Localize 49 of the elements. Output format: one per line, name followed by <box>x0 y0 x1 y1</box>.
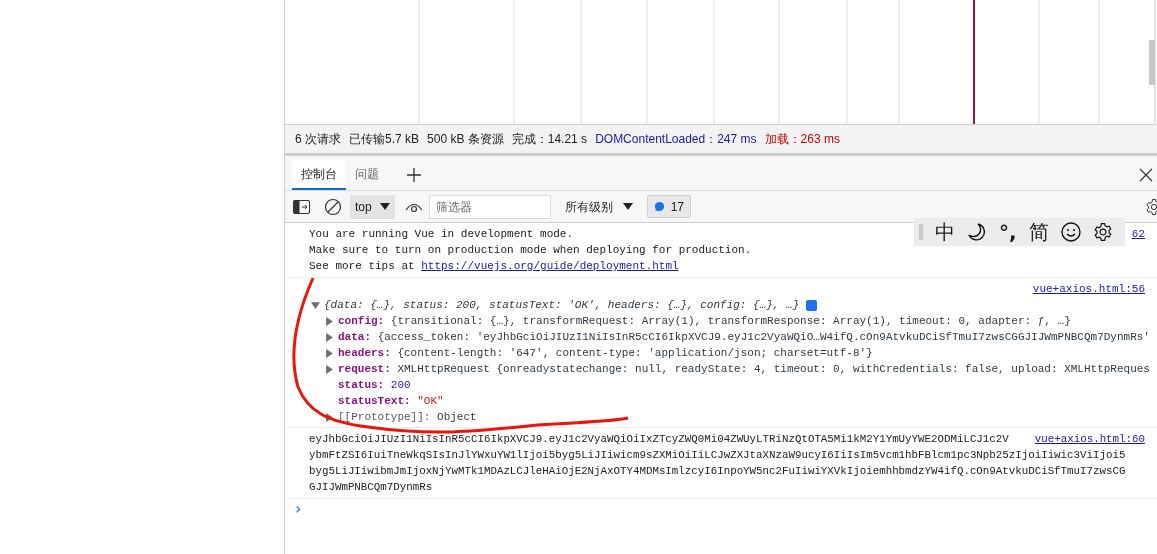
moon-icon[interactable] <box>967 222 987 242</box>
info-icon <box>806 299 818 311</box>
messages-badge[interactable]: 17 <box>646 195 692 218</box>
simplified-text[interactable]: 简 <box>1028 217 1049 247</box>
levels-dropdown[interactable]: 所有级别 <box>556 194 641 219</box>
source-link[interactable]: 62 <box>1131 226 1145 242</box>
log-text: byg5LiJIiwibmJmIjoxNjYwMTk1MDAzLCJleHAiOjE2NjAxOTY4MDMsImlzcyI6InpoYW5nc2FuIiwiYXVkIjoiemhhbmdzYW4ifQ.cOn9AtvkuDCiSfTmuI7zwsCG <box>309 465 1126 477</box>
log-text: GJIJWmPNBCQm7DynmRs <box>309 481 433 493</box>
status-text: 6 次请求 <box>295 131 341 148</box>
object-summary: {data: {…}, status: 200, statusText: 'OK', headers: {…}, config: {…}, …} <box>324 298 800 313</box>
close-icon[interactable] <box>1139 168 1153 182</box>
status-text: DOMContentLoaded：247 ms <box>595 131 757 148</box>
filter-field[interactable]: 筛选器 <box>428 194 551 219</box>
collapsed-triangle-icon[interactable] <box>325 412 334 422</box>
grip-icon[interactable] <box>919 224 923 240</box>
log-text: Make sure to turn on production mode when deploying for production. <box>309 244 752 256</box>
caret-icon <box>379 203 390 210</box>
context-dropdown[interactable]: top <box>350 194 395 219</box>
property-line: request: XMLHttpRequest {onreadystatechange: null, readyState: 4, timeout: 0, withCredentials: false, upload: XMLHttpReques <box>338 362 1150 377</box>
property-line: headers: {content-length: '647', content-type: 'application/json; charset=utf-8'} <box>338 346 873 361</box>
panel-tab[interactable]: 问题 <box>346 160 388 190</box>
log-text: eyJhbGciOiJIUzI1NiIsInR5cCI6IkpXVCJ9.eyJ1c2VyaWQiOiIxZTcyZWQ0Mi04ZWUyLTRiNzQtOTA5Mi1kM2Y1YmUyYWE2ODMiLCJ1c2V <box>309 433 1009 445</box>
status-text: 500 kB 条资源 <box>427 131 504 148</box>
status-text: 加载：263 ms <box>764 131 840 148</box>
status-text: 完成：14.21 s <box>511 131 588 148</box>
settings-icon[interactable] <box>1092 222 1113 242</box>
property-line: [[Prototype]]: Object <box>338 410 477 425</box>
punctuation-text[interactable]: °, <box>999 217 1017 247</box>
status-text: 已传输5.7 kB <box>349 131 420 148</box>
clear-console-icon[interactable] <box>324 197 342 216</box>
caret-icon <box>622 203 633 210</box>
log-text: ybmFtZSI6IuiTneWkqSIsInJlYWxuYW1lIjoi5byg5LiJIiwicm9sZXMiOiIiLCJwZXJtaXNzaW9ucyI6IiIsIm5vcm1hbFBlcm1pc3Npb25zIjoiIiwic3ViIjoi5 <box>309 449 1126 461</box>
console-prompt[interactable]: › <box>285 499 1157 519</box>
source-link[interactable]: vue+axios.html:60 <box>1034 431 1145 447</box>
add-icon[interactable] <box>406 167 422 183</box>
expanded-triangle-icon[interactable] <box>311 300 320 310</box>
sidebar-toggle-icon[interactable] <box>293 199 310 214</box>
source-link[interactable]: vue+axios.html:56 <box>1032 281 1145 297</box>
settings-icon[interactable] <box>1145 197 1157 216</box>
chinese-mode-text[interactable]: 中 <box>935 217 955 247</box>
log-text: See more tips at <box>309 259 416 274</box>
property-line: data: {access_token: 'eyJhbGciOiJIUzI1NiIsInR5cCI6IkpXVCJ9.eyJ1c2VyaWQiO…W4ifQ.cOn9AtvkuDCiSfTmuI7zwsCGGJIJWmPNBCQm7DynmRs' <box>338 330 1150 345</box>
property-line: statusText: "OK" <box>338 394 444 409</box>
panel-tab[interactable]: 控制台 <box>292 160 346 190</box>
smiley-icon[interactable] <box>1060 222 1081 242</box>
log-text: You are running Vue in development mode. <box>309 228 574 240</box>
docs-link[interactable]: https://vuejs.org/guide/deployment.html <box>421 258 679 274</box>
property-line: status: 200 <box>338 378 411 393</box>
property-line: config: {transitional: {…}, transformRequest: Array(1), transformResponse: Array(1), timeout: 0, adapter: ƒ, …} <box>338 314 1071 329</box>
